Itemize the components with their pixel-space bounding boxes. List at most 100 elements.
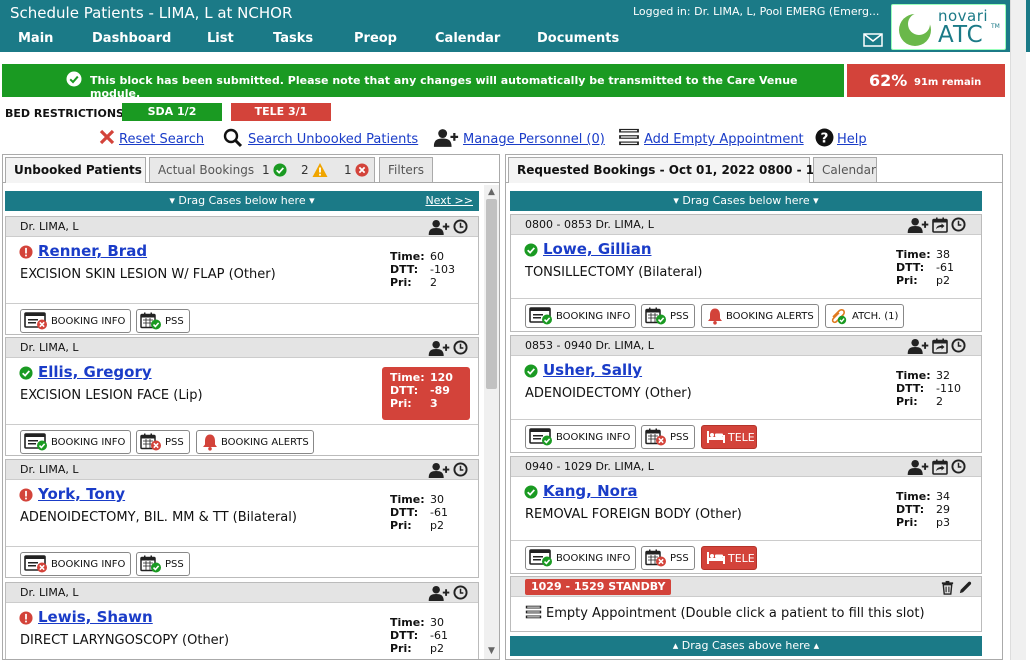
calendar-share-icon[interactable] [932,338,948,354]
nav-main[interactable]: Main [18,31,53,46]
booking-info-button[interactable]: BOOKING INFO [20,552,131,576]
clock-icon[interactable] [951,217,966,232]
tab-actual-label: Actual Bookings [158,163,255,177]
booking-info-label: BOOKING INFO [51,437,126,448]
timer-remaining: 91m remain [914,77,982,88]
drag-zone-bottom[interactable]: ▴ Drag Cases above here ▴ [510,636,982,656]
add-person-icon[interactable] [428,219,450,236]
bed-badge-tele: TELE 3/1 [231,103,331,121]
empty-appointment-text: Empty Appointment (Double click a patien… [546,606,925,621]
pencil-icon[interactable] [958,580,973,595]
card-ok-icon [529,549,553,567]
close-icon [99,129,115,145]
unbooked-case-card[interactable]: Dr. LIMA, L Lewis, Shawn DIRECT LARYNGOS… [5,582,479,659]
pss-button[interactable]: PSS [641,425,695,449]
time-value: 32 [936,369,950,382]
tab-actual-bookings[interactable]: Actual Bookings 1 2 1 [149,157,375,182]
nav-preop[interactable]: Preop [354,31,397,46]
help-icon: ? [815,128,834,147]
pss-button[interactable]: PSS [641,304,695,328]
card-x-icon [24,312,48,330]
right-tabbar: Requested Bookings - Oct 01, 2022 0800 -… [506,155,1002,183]
booking-info-button[interactable]: BOOKING INFO [525,425,636,449]
booking-alerts-button[interactable]: BOOKING ALERTS [196,430,314,454]
booking-card[interactable]: 0853 - 0940 Dr. LIMA, L Usher, Sally ADE… [510,335,982,453]
pss-button[interactable]: PSS [641,546,695,570]
next-page-link[interactable]: Next >> [425,191,473,211]
tele-bed-button[interactable]: TELE [701,425,757,449]
pri-key: Pri: [390,642,412,655]
pss-label: PSS [165,437,184,448]
manage-personnel-label: Manage Personnel (0) [463,132,605,147]
drag-zone-top[interactable]: ▾ Drag Cases below here ▾ Next >> [5,191,479,211]
pss-button[interactable]: PSS [136,552,190,576]
pri-key: Pri: [896,274,918,287]
booking-alerts-button[interactable]: BOOKING ALERTS [701,304,819,328]
add-person-icon[interactable] [428,340,450,357]
pss-button[interactable]: PSS [136,309,190,333]
case-doctor: Dr. LIMA, L [6,583,478,603]
calendar-share-icon[interactable] [932,217,948,233]
calendar-ok-icon [140,312,162,330]
list-icon [618,128,640,146]
standby-slot-card[interactable]: 1029 - 1529 STANDBY Empty Appointment (D… [510,576,982,632]
add-person-icon[interactable] [428,462,450,479]
tab-calendar[interactable]: Calendar [813,157,877,182]
unbooked-case-card[interactable]: Dr. LIMA, L York, Tony ADENOIDECTOMY, BI… [5,459,479,578]
nav-documents[interactable]: Documents [537,31,619,46]
bed-icon [706,430,726,444]
patient-name-link[interactable]: Kang, Nora [543,482,637,500]
attachments-label: ATCH. (1) [852,311,899,322]
patient-name-link[interactable]: Lewis, Shawn [38,608,153,626]
booking-card[interactable]: 0800 - 0853 Dr. LIMA, L Lowe, Gillian TO… [510,214,982,332]
add-person-icon[interactable] [428,585,450,602]
left-scrollbar[interactable]: ▲ ▼ [484,185,499,659]
count-ok: 1 [262,163,270,177]
add-person-icon[interactable] [907,459,929,476]
clock-icon[interactable] [453,462,468,477]
time-value: 30 [430,616,444,629]
clock-icon[interactable] [453,585,468,600]
pss-button[interactable]: PSS [136,430,190,454]
nav-tasks[interactable]: Tasks [273,31,313,46]
nav-list[interactable]: List [207,31,234,46]
booking-info-button[interactable]: BOOKING INFO [20,309,131,333]
booking-card[interactable]: 0940 - 1029 Dr. LIMA, L Kang, Nora REMOV… [510,456,982,574]
window-scrollbar[interactable] [1010,0,1026,660]
clock-icon[interactable] [453,219,468,234]
booking-info-button[interactable]: BOOKING INFO [525,304,636,328]
tab-unbooked-patients[interactable]: Unbooked Patients [5,157,146,183]
calendar-share-icon[interactable] [932,459,948,475]
tab-requested-bookings[interactable]: Requested Bookings - Oct 01, 2022 0800 -… [508,157,839,183]
unbooked-case-card[interactable]: Dr. LIMA, L Ellis, Gregory EXCISION LESI… [5,337,479,456]
add-person-icon[interactable] [907,338,929,355]
patient-name-link[interactable]: Usher, Sally [543,361,642,379]
booking-info-button[interactable]: BOOKING INFO [20,430,131,454]
nav-calendar[interactable]: Calendar [435,31,500,46]
patient-name-link[interactable]: Lowe, Gillian [543,240,652,258]
clock-icon[interactable] [951,338,966,353]
empty-appointment[interactable]: Empty Appointment (Double click a patien… [525,605,925,621]
scroll-down-icon[interactable]: ▼ [487,647,496,656]
booking-info-button[interactable]: BOOKING INFO [525,546,636,570]
patient-name-link[interactable]: Ellis, Gregory [38,363,152,381]
unbooked-case-card[interactable]: Dr. LIMA, L Renner, Brad EXCISION SKIN L… [5,216,479,335]
clock-icon[interactable] [951,459,966,474]
patient-name-link[interactable]: Renner, Brad [38,242,147,260]
nav-dashboard[interactable]: Dashboard [92,31,171,46]
attachments-button[interactable]: ATCH. (1) [825,304,904,328]
drag-zone-top[interactable]: ▾ Drag Cases below here ▾ [510,191,982,211]
pri-key: Pri: [390,397,412,410]
trash-icon[interactable] [940,580,955,595]
add-person-icon [433,128,459,148]
tab-filters[interactable]: Filters [379,157,433,182]
add-person-icon[interactable] [907,217,929,234]
scroll-up-icon[interactable]: ▲ [487,188,496,197]
patient-name-link[interactable]: York, Tony [38,485,125,503]
mail-icon[interactable] [863,33,883,47]
bed-icon [706,551,726,565]
scroll-thumb[interactable] [486,199,497,389]
tele-bed-button[interactable]: TELE [701,546,757,570]
clock-icon[interactable] [453,340,468,355]
banner-message: This block has been submitted. Please no… [90,74,798,100]
